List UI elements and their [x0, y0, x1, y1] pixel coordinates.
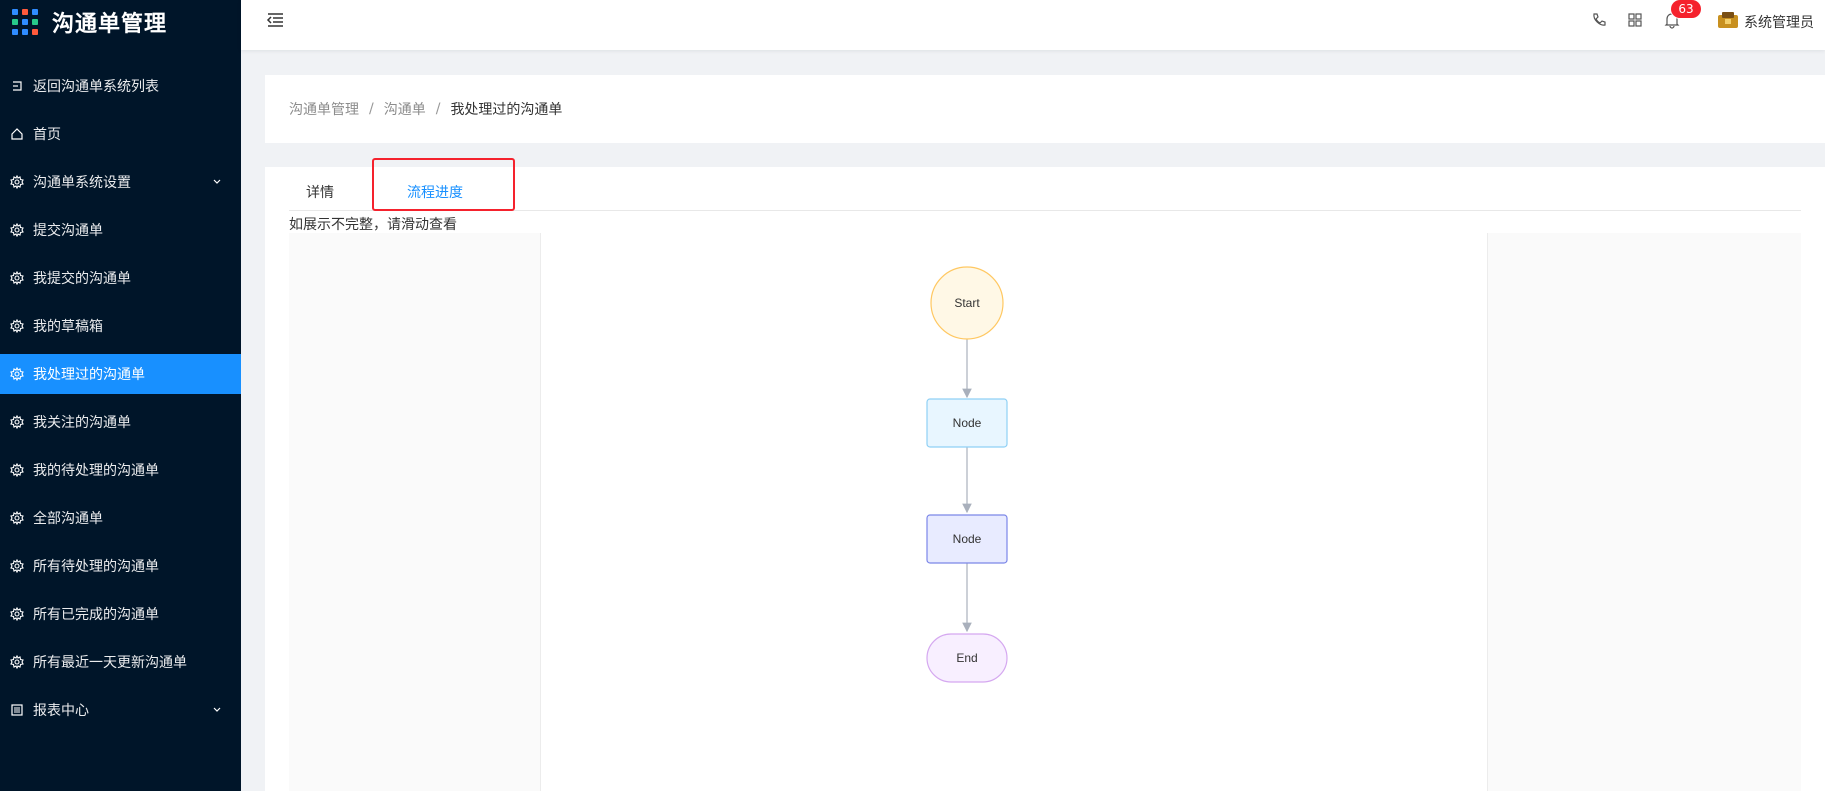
sidebar-item-label: 所有最近一天更新沟通单: [33, 655, 187, 671]
flow-diagram: Start Node Node End: [926, 266, 1008, 683]
sidebar-item-10[interactable]: 所有待处理的沟通单: [0, 546, 241, 586]
sidebar-item-5[interactable]: 我的草稿箱: [0, 306, 241, 346]
gear-icon: [9, 606, 25, 622]
tab-highlight-box: [372, 158, 515, 211]
home-icon: [9, 126, 25, 142]
chevron-down-icon: [213, 707, 221, 712]
flow-node-label: Start: [954, 296, 980, 310]
sidebar-item-label: 我的草稿箱: [33, 319, 103, 335]
gear-icon: [9, 654, 25, 670]
gear-icon: [9, 318, 25, 334]
gear-icon: [9, 174, 25, 190]
sidebar-item-label: 提交沟通单: [33, 223, 103, 239]
flow-node-end[interactable]: End: [926, 633, 1008, 683]
return-icon: [9, 78, 25, 94]
sidebar-item-label: 首页: [33, 127, 61, 143]
breadcrumb-separator: /: [369, 101, 374, 117]
flow-node-label: Node: [953, 416, 982, 430]
gear-icon: [9, 414, 25, 430]
gear-icon: [9, 222, 25, 238]
flow-node-1[interactable]: Node: [926, 398, 1008, 448]
sidebar-item-1[interactable]: 首页: [0, 114, 241, 154]
flow-node-start[interactable]: Start: [930, 266, 1004, 340]
main-card: 详情 流程进度 如展示不完整，请滑动查看 Start Node Node End: [265, 158, 1825, 791]
sidebar-item-3[interactable]: 提交沟通单: [0, 210, 241, 250]
sidebar-item-label: 我的待处理的沟通单: [33, 463, 159, 479]
sidebar: 沟通单管理 返回沟通单系统列表 首页沟通单系统设置 提交沟通单我提交的沟通单 我的草稿…: [0, 0, 241, 791]
sidebar-item-9[interactable]: 全部沟通单: [0, 498, 241, 538]
sidebar-item-label: 我关注的沟通单: [33, 415, 131, 431]
sidebar-item-label: 返回沟通单系统列表: [33, 79, 159, 95]
sidebar-item-label: 我处理过的沟通单: [33, 367, 145, 383]
gear-icon: [9, 270, 25, 286]
sidebar-item-label: 全部沟通单: [33, 511, 103, 527]
sidebar-item-12[interactable]: 所有最近一天更新沟通单: [0, 642, 241, 682]
logo: 沟通单管理: [0, 0, 241, 44]
sidebar-item-4[interactable]: 我提交的沟通单: [0, 258, 241, 298]
app-title: 沟通单管理: [52, 12, 168, 37]
chevron-down-icon: [213, 179, 221, 184]
sidebar-item-6[interactable]: 我处理过的沟通单: [0, 354, 241, 394]
sidebar-item-8[interactable]: 我的待处理的沟通单: [0, 450, 241, 490]
flow-area[interactable]: Start Node Node End: [289, 233, 1801, 791]
avatar[interactable]: [1717, 10, 1739, 30]
scroll-hint: 如展示不完整，请滑动查看: [289, 217, 457, 233]
sidebar-item-2[interactable]: 沟通单系统设置: [0, 162, 241, 202]
gear-icon: [9, 462, 25, 478]
apps-logo-icon: [12, 9, 38, 35]
sidebar-item-13[interactable]: 报表中心: [0, 690, 241, 730]
flow-node-2[interactable]: Node: [926, 514, 1008, 564]
tab-bar: 详情 流程进度: [289, 158, 1801, 211]
user-name[interactable]: 系统管理员: [1744, 12, 1814, 32]
sidebar-item-7[interactable]: 我关注的沟通单: [0, 402, 241, 442]
sidebar-item-0[interactable]: 返回沟通单系统列表: [0, 66, 241, 106]
breadcrumb-separator: /: [435, 101, 441, 117]
flow-node-label: End: [956, 651, 977, 665]
notification-badge: 63: [1671, 0, 1701, 18]
breadcrumb: 沟通单管理 / 沟通单 / 我处理过的沟通单: [265, 75, 1825, 143]
sidebar-item-label: 我提交的沟通单: [33, 271, 131, 287]
gear-icon: [9, 510, 25, 526]
grid-icon[interactable]: [1626, 11, 1644, 29]
tab-details[interactable]: 详情: [306, 182, 334, 202]
flow-canvas[interactable]: Start Node Node End: [540, 233, 1488, 791]
menu-fold-icon[interactable]: [265, 10, 285, 30]
sidebar-item-11[interactable]: 所有已完成的沟通单: [0, 594, 241, 634]
flow-node-label: Node: [953, 532, 982, 546]
breadcrumb-item-current: 我处理过的沟通单: [450, 102, 563, 118]
breadcrumb-item-2[interactable]: 沟通单: [384, 99, 426, 119]
sidebar-item-label: 沟通单系统设置: [33, 175, 131, 191]
gear-icon: [9, 558, 25, 574]
phone-icon[interactable]: [1589, 11, 1607, 29]
report-icon: [9, 702, 25, 718]
sidebar-item-label: 所有待处理的沟通单: [33, 559, 159, 575]
sidebar-item-label: 报表中心: [33, 703, 89, 719]
gear-icon: [9, 366, 25, 382]
top-header: 63 系统管理员: [241, 0, 1825, 50]
sidebar-menu: 返回沟通单系统列表 首页沟通单系统设置 提交沟通单我提交的沟通单 我的草稿箱我处理过的…: [0, 66, 241, 738]
breadcrumb-item-1[interactable]: 沟通单管理: [289, 99, 359, 119]
sidebar-item-label: 所有已完成的沟通单: [33, 607, 159, 623]
